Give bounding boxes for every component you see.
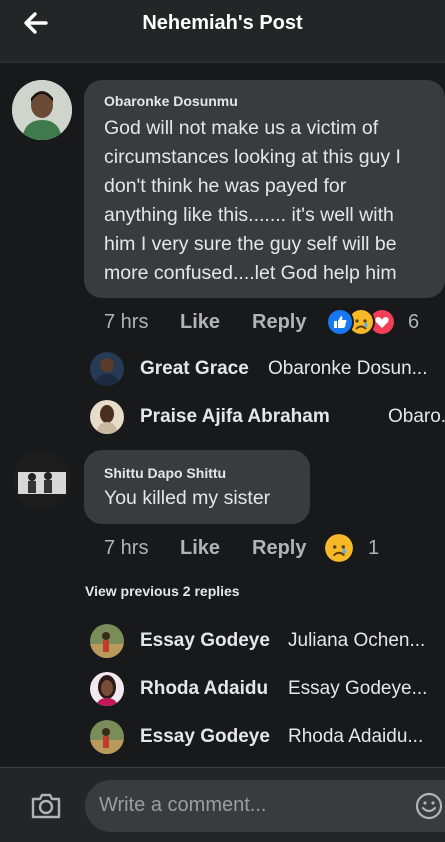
page-title: Nehemiah's Post bbox=[142, 12, 303, 34]
camera-icon[interactable] bbox=[30, 792, 62, 820]
emoji-icon[interactable] bbox=[415, 792, 443, 820]
comment-input-placeholder: Write a comment... bbox=[99, 794, 267, 816]
reply-preview[interactable]: Great Grace Obaronke Dosun... bbox=[90, 348, 445, 388]
top-bar: Nehemiah's Post bbox=[0, 0, 445, 63]
comment-author[interactable]: Shittu Dapo Shittu bbox=[104, 465, 226, 481]
view-previous-replies-link[interactable]: View previous 2 replies bbox=[85, 583, 240, 599]
comment-line: more confused....let God help him bbox=[104, 262, 397, 284]
avatar[interactable] bbox=[90, 720, 124, 754]
comment-line: anything like this....... it's well with bbox=[104, 204, 394, 226]
avatar[interactable] bbox=[12, 450, 72, 510]
reply-author[interactable]: Praise Ajifa Abraham bbox=[140, 406, 330, 428]
reply-author[interactable]: Essay Godeye bbox=[140, 726, 270, 748]
reply-preview[interactable]: Praise Ajifa Abraham Obaro... bbox=[90, 396, 445, 436]
reply-text: Rhoda Adaidu... bbox=[288, 726, 424, 747]
reactions[interactable] bbox=[326, 308, 396, 336]
comment-time: 7 hrs bbox=[104, 311, 149, 333]
comment-text: God will not make us a victim of circums… bbox=[104, 114, 401, 288]
avatar[interactable] bbox=[12, 80, 72, 140]
comment-input[interactable]: Write a comment... bbox=[85, 780, 445, 832]
avatar[interactable] bbox=[90, 624, 124, 658]
comment-text: You killed my sister bbox=[104, 487, 271, 509]
reaction-count: 1 bbox=[368, 537, 380, 559]
like-button[interactable]: Like bbox=[180, 537, 220, 560]
reply-text: Obaronke Dosun... bbox=[268, 358, 428, 379]
avatar[interactable] bbox=[90, 672, 124, 706]
reply-button[interactable]: Reply bbox=[252, 311, 306, 334]
reply-author[interactable]: Essay Godeye bbox=[140, 630, 270, 652]
reply-preview[interactable]: Rhoda Adaidu Essay Godeye... bbox=[90, 668, 445, 708]
comment-bubble[interactable]: Shittu Dapo Shittu You killed my sister bbox=[84, 450, 310, 524]
reply-preview[interactable]: Essay Godeye Rhoda Adaidu... bbox=[90, 716, 445, 756]
comment-time: 7 hrs bbox=[104, 537, 149, 559]
comment-composer: Write a comment... bbox=[0, 767, 445, 842]
comment-line: him I very sure the guy self will be bbox=[104, 233, 397, 255]
comment-author[interactable]: Obaronke Dosunmu bbox=[104, 93, 238, 109]
avatar[interactable] bbox=[90, 400, 124, 434]
comment-bubble[interactable]: Obaronke Dosunmu God will not make us a … bbox=[84, 80, 445, 298]
reply-author[interactable]: Great Grace bbox=[140, 358, 249, 380]
reaction-count: 6 bbox=[408, 311, 420, 333]
reply-preview[interactable]: Essay Godeye Juliana Ochen... bbox=[90, 620, 445, 660]
comment-line: don't think he was payed for bbox=[104, 175, 347, 197]
comment-line: God will not make us a victim of bbox=[104, 117, 379, 139]
reply-text: Obaro... bbox=[388, 406, 445, 427]
like-button[interactable]: Like bbox=[180, 311, 220, 334]
reply-button[interactable]: Reply bbox=[252, 537, 306, 560]
avatar[interactable] bbox=[90, 352, 124, 386]
reply-text: Essay Godeye... bbox=[288, 678, 428, 699]
like-icon bbox=[326, 308, 354, 336]
comment-line: circumstances looking at this guy I bbox=[104, 146, 401, 168]
reply-text: Juliana Ochen... bbox=[288, 630, 426, 651]
sad-icon[interactable] bbox=[324, 533, 354, 563]
reply-author[interactable]: Rhoda Adaidu bbox=[140, 678, 268, 700]
